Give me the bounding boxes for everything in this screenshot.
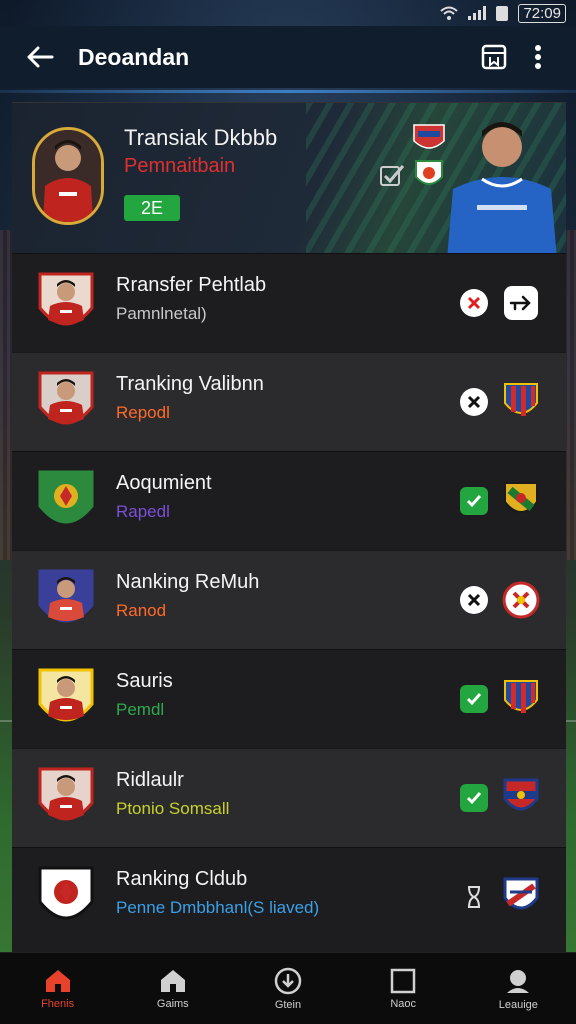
featured-player-avatar xyxy=(32,127,104,225)
home-icon xyxy=(45,969,70,992)
list-item[interactable]: Ridlaulr Ptonio Somsall xyxy=(12,748,566,847)
club-crest-icon xyxy=(503,877,539,910)
nav-item-label: Naoc xyxy=(390,997,416,1010)
close-icon xyxy=(460,289,488,317)
club-logo xyxy=(38,470,94,524)
battery-icon xyxy=(496,5,509,21)
player-avatar xyxy=(38,569,94,623)
list-item-title: Aoqumient xyxy=(116,472,212,494)
profile-icon xyxy=(507,969,530,993)
list-item[interactable]: Tranking Valibnn Repodl xyxy=(12,352,566,451)
back-button[interactable] xyxy=(16,33,64,81)
club-crest-icon xyxy=(502,581,540,619)
bookmark-button[interactable] xyxy=(472,35,516,79)
nav-item-label: Leauige xyxy=(498,998,538,1011)
player-avatar xyxy=(38,767,94,821)
list-item-title: Ridlaulr xyxy=(116,769,184,791)
ranking-rows: Rransfer Pehtlab Pamnlnetal) Tranking Vali… xyxy=(12,253,566,946)
list-item[interactable]: Ranking Cldub Penne Dmbbhanl(S liaved) xyxy=(12,847,566,946)
nav-item-label: Gaims xyxy=(156,997,189,1010)
list-item-title: Rransfer Pehtlab xyxy=(116,274,267,296)
player-avatar xyxy=(38,371,94,425)
bottom-navigation: Fhenis Gaims Gtein Naoc Leauige xyxy=(0,952,576,1024)
list-item[interactable]: Rransfer Pehtlab Pamnlnetal) xyxy=(12,253,566,352)
club-logo xyxy=(38,866,94,920)
club-crest-icon xyxy=(503,778,539,811)
download-circle-icon xyxy=(274,967,302,994)
featured-player-image xyxy=(447,122,557,253)
status-time: 72:09 xyxy=(518,3,566,23)
nav-item-label: Fhenis xyxy=(41,997,75,1010)
list-item-subtitle: Penne Dmbbhanl(S liaved) xyxy=(116,898,320,917)
list-item-subtitle: Pemdl xyxy=(116,700,165,719)
list-item-title: Tranking Valibnn xyxy=(116,373,264,395)
club-crest-icon xyxy=(504,482,538,513)
home-icon xyxy=(160,969,185,992)
nav-item-1[interactable]: Fhenis xyxy=(8,968,108,1010)
club-crest-icon xyxy=(504,680,538,713)
club-crest-icon xyxy=(504,383,538,416)
nav-item-5[interactable]: Leauige xyxy=(468,967,568,1011)
player-avatar xyxy=(38,272,94,326)
list-item-title: Ranking Cldub xyxy=(116,868,248,890)
nav-item-3[interactable]: Gtein xyxy=(238,967,338,1011)
transfer-arrow-button[interactable] xyxy=(504,286,538,320)
list-item[interactable]: Aoqumient Rapedl xyxy=(12,451,566,550)
arrow-right-icon xyxy=(509,295,531,311)
wifi-icon xyxy=(440,6,459,20)
featured-name: Transiak Dkbbb xyxy=(124,125,278,150)
arrow-left-icon xyxy=(27,46,54,68)
featured-card[interactable]: Transiak Dkbbb Pemnaitbain 2E xyxy=(12,103,566,253)
list-item[interactable]: Sauris Pemdl xyxy=(12,649,566,748)
list-item-subtitle: Repodl xyxy=(116,403,170,422)
app-bar-divider xyxy=(0,90,576,93)
close-icon xyxy=(460,388,488,416)
list-item-subtitle: Rapedl xyxy=(116,502,170,521)
signal-icon xyxy=(468,6,487,20)
square-icon xyxy=(390,968,416,993)
more-vert-icon xyxy=(535,45,541,69)
page-title: Deoandan xyxy=(78,43,190,70)
list-item-title: Sauris xyxy=(116,670,173,692)
nav-item-4[interactable]: Naoc xyxy=(353,968,453,1010)
ranking-list: Transiak Dkbbb Pemnaitbain 2E Rransfer P… xyxy=(12,102,566,952)
status-bar: 72:09 xyxy=(0,0,576,26)
check-icon xyxy=(460,784,488,812)
app-bar: Deoandan xyxy=(0,26,576,88)
list-item[interactable]: Nanking ReMuh Ranod xyxy=(12,550,566,649)
featured-subtitle: Pemnaitbain xyxy=(124,155,236,177)
hourglass-icon xyxy=(460,883,488,911)
nav-item-2[interactable]: Gaims xyxy=(123,968,223,1010)
more-options-button[interactable] xyxy=(516,35,560,79)
check-icon xyxy=(460,685,488,713)
list-item-subtitle: Ptonio Somsall xyxy=(116,799,230,818)
bookmark-calendar-icon xyxy=(481,44,507,70)
list-item-subtitle: Ranod xyxy=(116,601,167,620)
nav-item-label: Gtein xyxy=(274,998,302,1011)
list-item-title: Nanking ReMuh xyxy=(116,571,260,593)
player-avatar xyxy=(38,668,94,722)
check-icon xyxy=(380,165,405,186)
list-item-subtitle: Pamnlnetal) xyxy=(116,304,207,323)
featured-badge: 2E xyxy=(124,195,180,221)
check-icon xyxy=(460,487,488,515)
close-icon xyxy=(460,586,488,614)
